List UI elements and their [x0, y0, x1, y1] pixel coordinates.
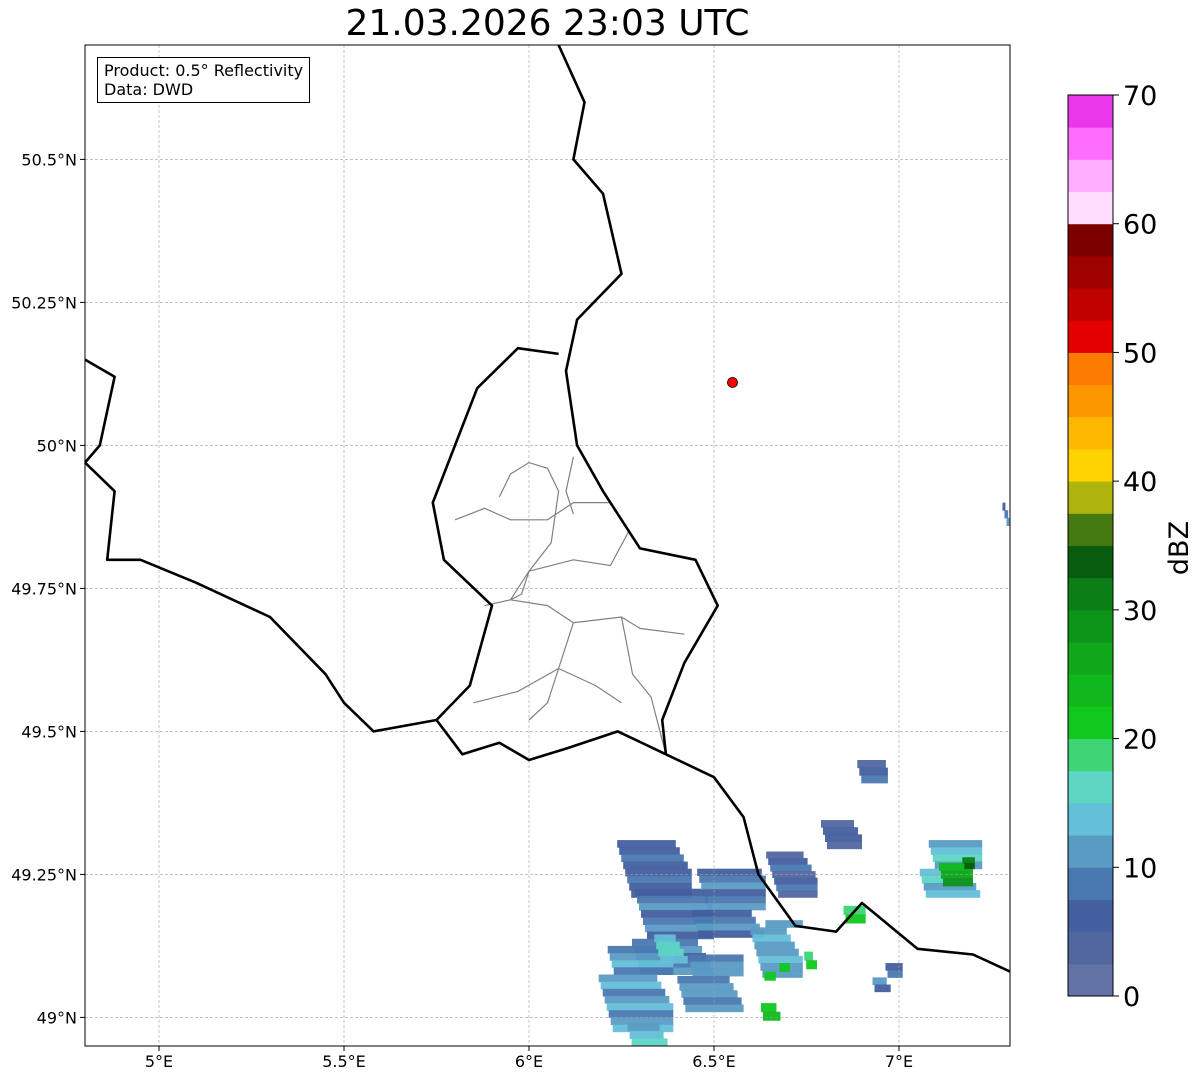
colorbar-swatch — [1068, 95, 1113, 128]
colorbar-swatch — [1068, 545, 1113, 579]
colorbar-swatch — [1068, 577, 1113, 611]
colorbar-swatch — [1068, 513, 1113, 546]
colorbar-swatch — [1068, 802, 1113, 836]
colorbar-tick-label: 50 — [1123, 338, 1157, 369]
colorbar-ticks: 0 10 20 30 40 50 60 70 — [1113, 81, 1157, 1013]
colorbar-swatch — [1068, 738, 1113, 772]
colorbar-tick-label: 40 — [1123, 467, 1157, 498]
colorbar-swatch — [1068, 674, 1113, 707]
colorbar-swatch — [1068, 609, 1113, 643]
colorbar-tick-label: 30 — [1123, 596, 1157, 627]
colorbar-swatch — [1068, 255, 1113, 289]
colorbar-swatch — [1068, 963, 1113, 997]
colorbar-swatch — [1068, 159, 1113, 193]
colorbar-tick-label: 0 — [1123, 982, 1140, 1013]
colorbar-label: dBZ — [1164, 521, 1195, 575]
colorbar-swatch — [1068, 191, 1113, 225]
colorbar-swatch — [1068, 448, 1113, 482]
colorbar-swatch — [1068, 706, 1113, 740]
colorbar-swatch — [1068, 288, 1113, 321]
colorbar-swatch — [1068, 835, 1113, 868]
colorbar-swatch — [1068, 642, 1113, 675]
colorbar-swatch — [1068, 223, 1113, 257]
colorbar-swatch — [1068, 320, 1113, 353]
colorbar-tick-label: 60 — [1123, 210, 1157, 241]
colorbar-swatch — [1068, 352, 1113, 386]
colorbar-swatch — [1068, 481, 1113, 514]
colorbar-tick-label: 10 — [1123, 853, 1157, 884]
colorbar-tick-label: 70 — [1123, 81, 1157, 112]
colorbar: 0 10 20 30 40 50 60 70 dBZ — [1067, 81, 1195, 1013]
colorbar-swatch — [1068, 931, 1113, 965]
colorbar-swatch — [1068, 899, 1113, 933]
colorbar-swatch — [1068, 127, 1113, 160]
colorbar-tick-label: 20 — [1123, 725, 1157, 756]
colorbar-swatch — [1068, 867, 1113, 900]
colorbar-swatches — [1068, 95, 1113, 997]
colorbar-swatch — [1068, 770, 1113, 804]
colorbar-swatch — [1068, 416, 1113, 450]
colorbar-swatch — [1068, 384, 1113, 418]
